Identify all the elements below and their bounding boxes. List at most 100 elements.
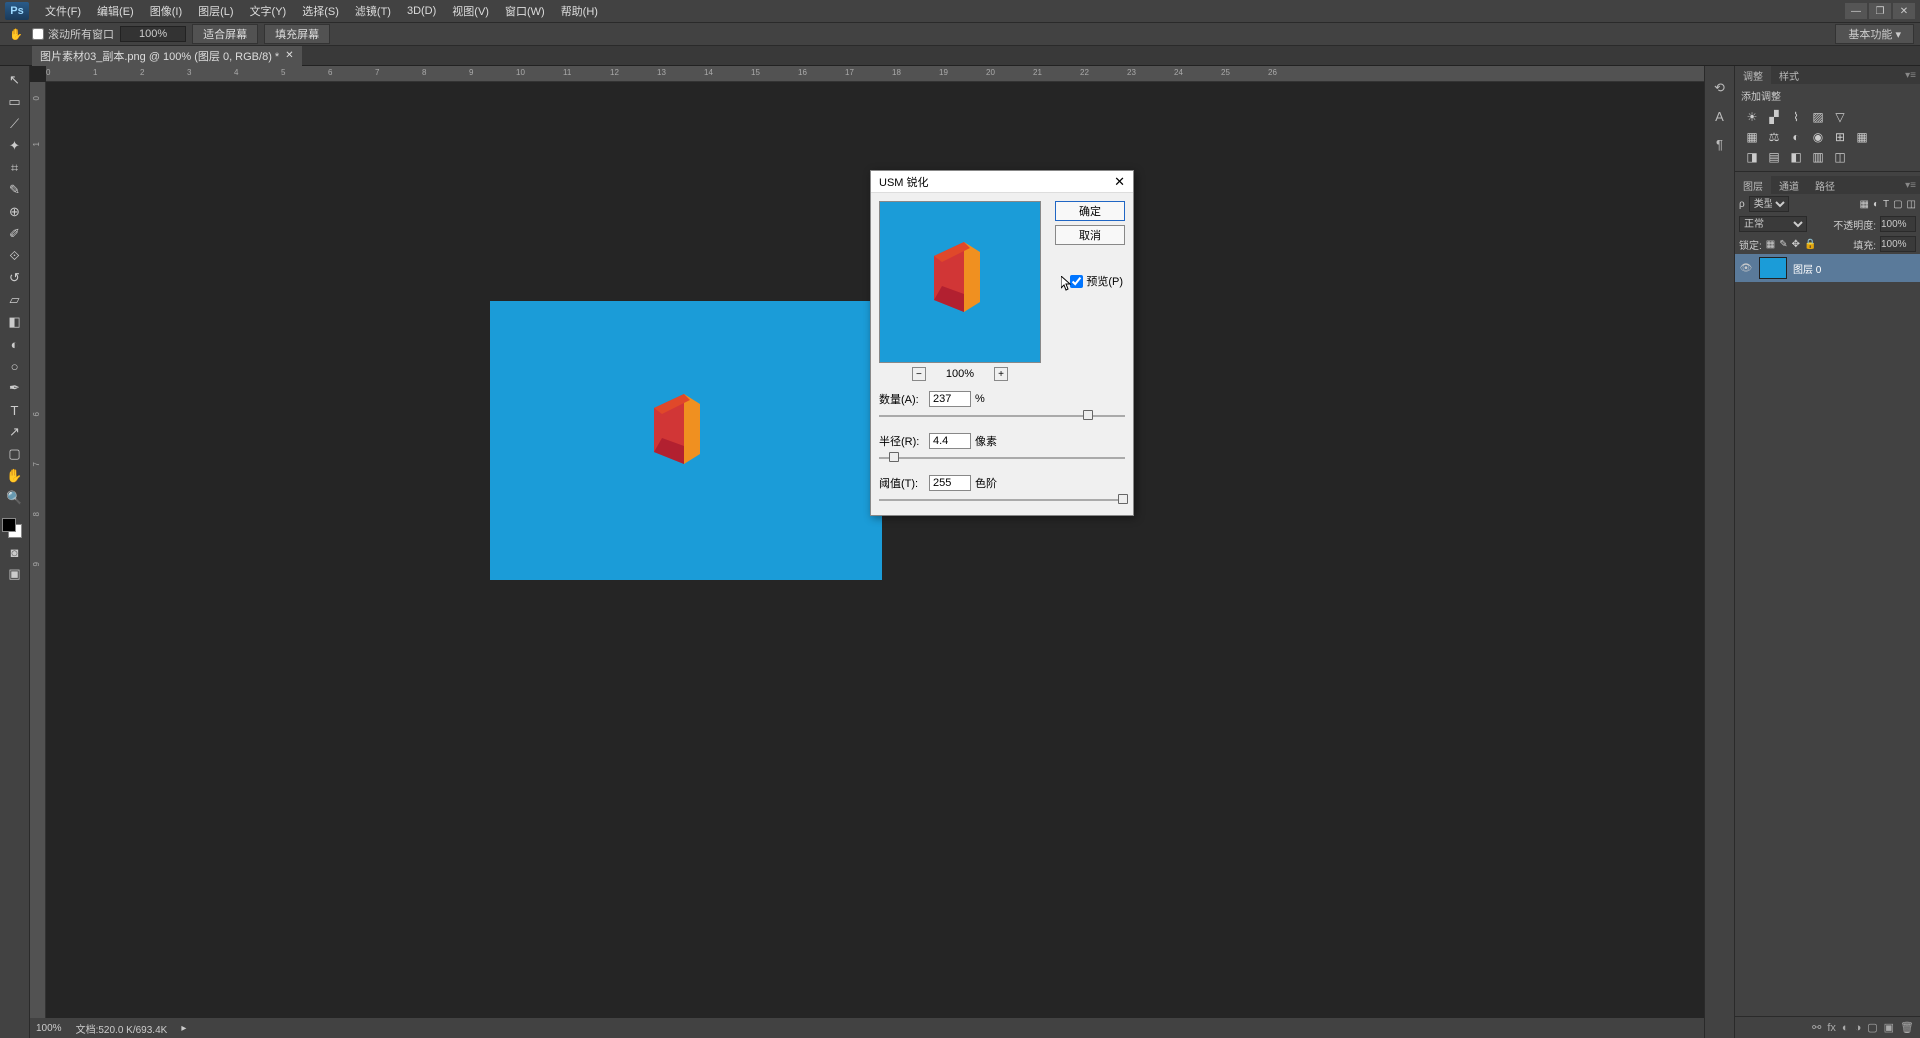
lock-pixel-icon[interactable]: ✎ — [1779, 239, 1787, 250]
filter-shape-icon[interactable]: ▢ — [1893, 199, 1902, 210]
layers-menu-icon[interactable]: ▾≡ — [1901, 176, 1920, 194]
delete-layer-icon[interactable]: 🗑 — [1900, 1021, 1914, 1034]
marquee-tool[interactable]: ▭ — [3, 92, 27, 112]
document-tab-close[interactable]: ✕ — [285, 50, 293, 61]
link-layers-icon[interactable]: ⚯ — [1812, 1021, 1821, 1034]
layer-row[interactable]: 👁 图层 0 — [1735, 254, 1920, 282]
selective-icon[interactable]: ◫ — [1831, 149, 1849, 165]
quick-mask-tool[interactable]: ◙ — [3, 542, 27, 562]
type-tool[interactable]: T — [3, 400, 27, 420]
path-select-tool[interactable]: ↗ — [3, 422, 27, 442]
invert-icon[interactable]: ◨ — [1743, 149, 1761, 165]
zoom-tool[interactable]: 🔍 — [3, 488, 27, 508]
scroll-all-windows-check[interactable]: 滚动所有窗口 — [32, 26, 114, 42]
lock-pos-icon[interactable]: ✥ — [1792, 239, 1800, 250]
filter-adj-icon[interactable]: ◐ — [1873, 199, 1879, 210]
color-picker[interactable] — [0, 518, 24, 542]
clone-tool[interactable]: ⟐ — [3, 246, 27, 266]
threshold-slider[interactable] — [879, 493, 1125, 507]
magic-wand-tool[interactable]: ✦ — [3, 136, 27, 156]
menu-layer[interactable]: 图层(L) — [190, 3, 241, 19]
levels-icon[interactable]: ▞ — [1765, 109, 1783, 125]
tab-layers[interactable]: 图层 — [1735, 176, 1771, 194]
exposure-icon[interactable]: ▨ — [1809, 109, 1827, 125]
lookup-icon[interactable]: ▦ — [1853, 129, 1871, 145]
zoom-percent-field[interactable]: 100% — [120, 26, 186, 42]
history-panel-icon[interactable]: ⟲ — [1708, 76, 1732, 100]
new-layer-icon[interactable]: ▣ — [1884, 1021, 1894, 1034]
screen-mode-tool[interactable]: ▣ — [3, 564, 27, 584]
hand-tool-icon[interactable]: ✋ — [6, 28, 26, 41]
eraser-tool[interactable]: ▱ — [3, 290, 27, 310]
radius-field[interactable] — [929, 433, 971, 449]
menu-help[interactable]: 帮助(H) — [553, 3, 606, 19]
fit-screen-button[interactable]: 适合屏幕 — [192, 24, 258, 44]
dialog-preview[interactable] — [879, 201, 1041, 363]
zoom-out-button[interactable]: − — [912, 367, 926, 381]
tab-adjustments[interactable]: 调整 — [1735, 66, 1771, 84]
mixer-icon[interactable]: ⊞ — [1831, 129, 1849, 145]
mask-icon[interactable]: ◐ — [1842, 1022, 1849, 1034]
preview-checkbox[interactable]: 预览(P) — [1070, 273, 1123, 289]
gradient-map-icon[interactable]: ▥ — [1809, 149, 1827, 165]
curves-icon[interactable]: ⌇ — [1787, 109, 1805, 125]
amount-field[interactable] — [929, 391, 971, 407]
menu-select[interactable]: 选择(S) — [294, 3, 347, 19]
crop-tool[interactable]: ⌗ — [3, 158, 27, 178]
radius-slider[interactable] — [879, 451, 1125, 465]
amount-slider[interactable] — [879, 409, 1125, 423]
filter-type-icon[interactable]: T — [1883, 199, 1889, 210]
menu-filter[interactable]: 滤镜(T) — [347, 3, 399, 19]
paragraph-panel-icon[interactable]: ¶ — [1708, 132, 1732, 156]
filter-pixel-icon[interactable]: ▦ — [1859, 199, 1868, 210]
tab-paths[interactable]: 路径 — [1807, 176, 1843, 194]
menu-view[interactable]: 视图(V) — [444, 3, 497, 19]
filter-smart-icon[interactable]: ◫ — [1907, 199, 1916, 210]
ok-button[interactable]: 确定 — [1055, 201, 1125, 221]
balance-icon[interactable]: ⚖ — [1765, 129, 1783, 145]
threshold-icon[interactable]: ◧ — [1787, 149, 1805, 165]
menu-3d[interactable]: 3D(D) — [399, 5, 444, 17]
move-tool[interactable]: ↖ — [3, 70, 27, 90]
group-icon[interactable]: ▢ — [1867, 1021, 1877, 1034]
vibrance-icon[interactable]: ▽ — [1831, 109, 1849, 125]
layer-visibility-icon[interactable]: 👁 — [1739, 263, 1753, 274]
adjustments-menu-icon[interactable]: ▾≡ — [1901, 66, 1920, 84]
layer-filter-kind[interactable]: 类型 — [1749, 196, 1789, 212]
close-button[interactable]: ✕ — [1893, 3, 1915, 19]
healing-tool[interactable]: ⊕ — [3, 202, 27, 222]
hue-icon[interactable]: ▦ — [1743, 129, 1761, 145]
menu-edit[interactable]: 编辑(E) — [89, 3, 142, 19]
lasso-tool[interactable]: ⟋ — [3, 114, 27, 134]
character-panel-icon[interactable]: A — [1708, 104, 1732, 128]
history-brush-tool[interactable]: ↺ — [3, 268, 27, 288]
opacity-field[interactable] — [1880, 216, 1916, 232]
eyedropper-tool[interactable]: ✎ — [3, 180, 27, 200]
blur-tool[interactable]: ◐ — [3, 334, 27, 354]
document-tab[interactable]: 图片素材03_副本.png @ 100% (图层 0, RGB/8) * ✕ — [32, 46, 302, 66]
blend-mode-select[interactable]: 正常 — [1739, 216, 1807, 232]
brightness-icon[interactable]: ☀ — [1743, 109, 1761, 125]
dodge-tool[interactable]: ○ — [3, 356, 27, 376]
lock-all-icon[interactable]: 🔒 — [1804, 239, 1816, 250]
dialog-titlebar[interactable]: USM 锐化 ✕ — [871, 171, 1133, 193]
maximize-button[interactable]: ❐ — [1869, 3, 1891, 19]
hand-tool[interactable]: ✋ — [3, 466, 27, 486]
menu-image[interactable]: 图像(I) — [142, 3, 190, 19]
fill-screen-button[interactable]: 填充屏幕 — [264, 24, 330, 44]
menu-file[interactable]: 文件(F) — [37, 3, 89, 19]
menu-window[interactable]: 窗口(W) — [497, 3, 553, 19]
bw-icon[interactable]: ◐ — [1787, 129, 1805, 145]
tab-channels[interactable]: 通道 — [1771, 176, 1807, 194]
minimize-button[interactable]: — — [1845, 3, 1867, 19]
pen-tool[interactable]: ✒ — [3, 378, 27, 398]
cancel-button[interactable]: 取消 — [1055, 225, 1125, 245]
gradient-tool[interactable]: ◧ — [3, 312, 27, 332]
threshold-field[interactable] — [929, 475, 971, 491]
tab-styles[interactable]: 样式 — [1771, 66, 1807, 84]
lock-trans-icon[interactable]: ▦ — [1766, 239, 1775, 250]
posterize-icon[interactable]: ▤ — [1765, 149, 1783, 165]
zoom-in-button[interactable]: + — [994, 367, 1008, 381]
dialog-close-icon[interactable]: ✕ — [1114, 174, 1125, 190]
workspace-switcher[interactable]: 基本功能 ▾ — [1835, 24, 1914, 44]
